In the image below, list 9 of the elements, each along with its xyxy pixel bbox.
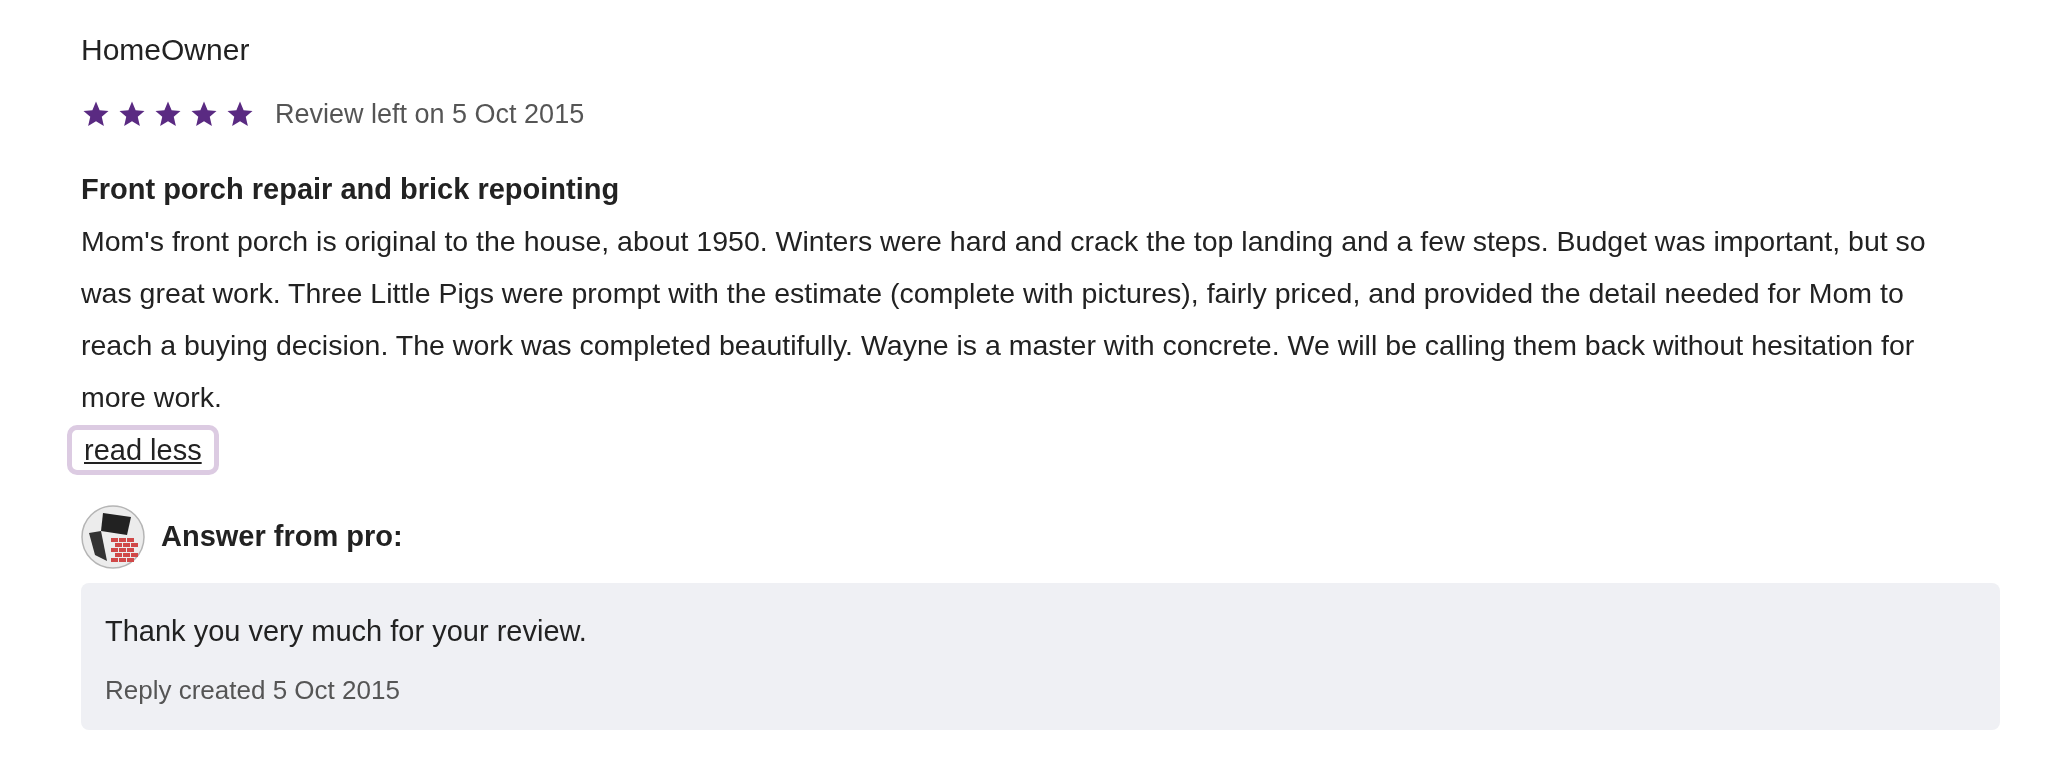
review-text: Mom's front porch is original to the house, about 1950. Winters were hard and crack the top landing and a few steps. Budget was important, but so was great work. Three Little Pigs were prompt with the estimate (complete with pictures), fairly priced, and provided the detail needed for Mom to reach a buying decision. The work was completed beautifully. Wayne is a master with concrete. We will be calling them back without hesitation for more work. (81, 223, 1927, 415)
reply-date: Reply created 5 Oct 2015 (105, 673, 401, 707)
reviewer-name: HomeOwner (81, 32, 251, 68)
review-title: Front porch repair and brick repointing (81, 171, 621, 207)
answer-heading: Answer from pro: (161, 518, 403, 554)
answer-text: Thank you very much for your review. (105, 613, 588, 649)
review-date: Review left on 5 Oct 2015 (275, 98, 585, 131)
read-less-link[interactable]: read less (67, 424, 219, 475)
pro-avatar-icon (81, 504, 145, 569)
